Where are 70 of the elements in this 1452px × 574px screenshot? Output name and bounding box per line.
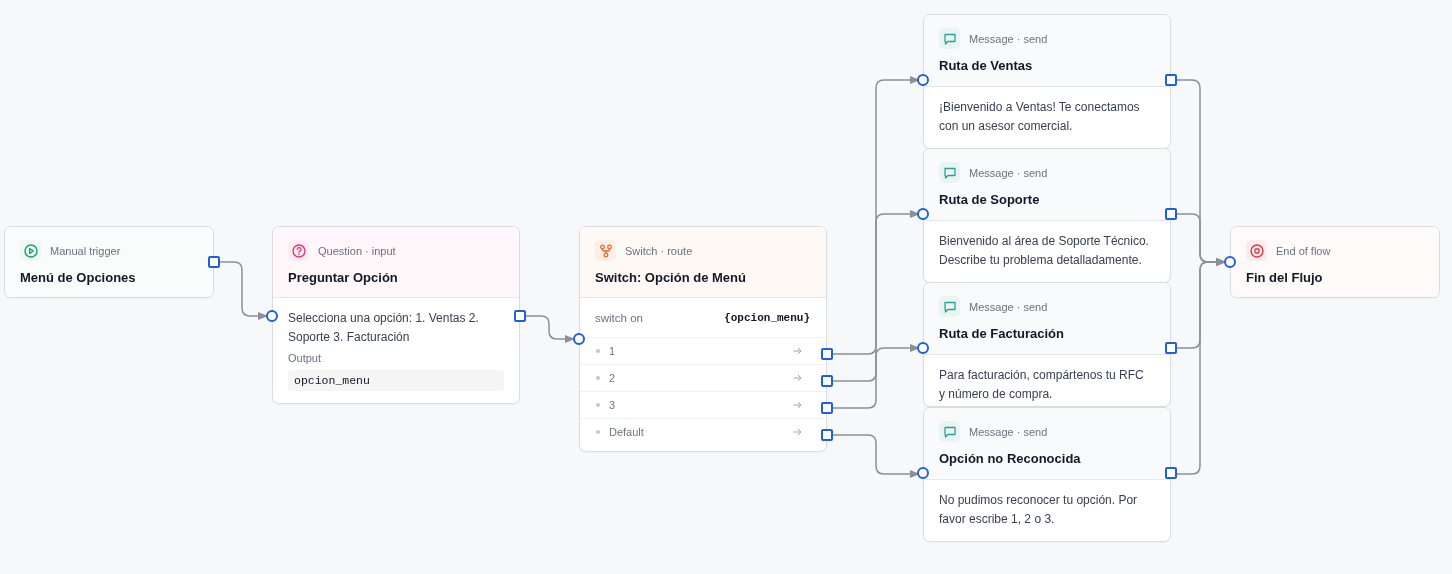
output-port[interactable] bbox=[1165, 342, 1177, 354]
node-card[interactable]: Message · send Ruta de Soporte Bienvenido al área de Soporte Técnico. Describe tu problema detalladamente. bbox=[923, 148, 1171, 283]
case-label: Default bbox=[609, 426, 645, 438]
input-port[interactable] bbox=[917, 342, 929, 354]
chat-icon bbox=[942, 165, 957, 180]
question-icon bbox=[291, 243, 306, 258]
input-port[interactable] bbox=[1224, 256, 1236, 268]
node-title: Menú de Opciones bbox=[20, 270, 137, 285]
node-type-label: Message · send bbox=[969, 300, 1048, 313]
output-port[interactable] bbox=[1165, 208, 1177, 220]
chat-icon bbox=[942, 31, 957, 46]
node-title: Ruta de Facturación bbox=[939, 326, 1065, 341]
output-port[interactable] bbox=[514, 310, 526, 322]
arrow-icon bbox=[793, 347, 802, 355]
node-type-label: Switch · route bbox=[625, 244, 693, 257]
node-type-label: Message · send bbox=[969, 425, 1048, 438]
chat-icon bbox=[942, 424, 957, 439]
node-title: Opción no Reconocida bbox=[939, 451, 1082, 466]
node-title: Ruta de Soporte bbox=[939, 192, 1041, 207]
node-card[interactable]: End of flow Fin del Flujo bbox=[1230, 226, 1440, 298]
output-label: Output bbox=[288, 351, 323, 366]
case-label: 2 bbox=[609, 372, 617, 384]
node-title: Fin del Flujo bbox=[1246, 270, 1324, 285]
output-port[interactable] bbox=[821, 402, 833, 414]
arrow-icon bbox=[793, 428, 802, 436]
node-type-label: Message · send bbox=[969, 32, 1048, 45]
arrow-icon bbox=[793, 401, 802, 409]
node-card[interactable]: Question · input Preguntar Opción Selecciona una opción: 1. Ventas 2. Soporte 3. Facturación Output opcion_menu bbox=[272, 226, 520, 404]
message-text: No pudimos reconocer tu opción. Por favor escribe 1, 2 o 3. bbox=[939, 492, 1139, 528]
node-type-label: Manual trigger bbox=[50, 244, 121, 257]
play-icon bbox=[23, 243, 38, 258]
stop-icon bbox=[1249, 243, 1264, 258]
arrow-icon bbox=[793, 374, 802, 382]
branch-icon bbox=[598, 243, 613, 258]
node-card[interactable]: Message · send Opción no Reconocida No pudimos reconocer tu opción. Por favor escribe 1, 2 o 3. bbox=[923, 407, 1171, 542]
node-card[interactable]: Manual trigger Menú de Opciones bbox=[4, 226, 214, 298]
node-type-label: End of flow bbox=[1276, 244, 1331, 257]
node-title: Preguntar Opción bbox=[288, 270, 399, 285]
input-port[interactable] bbox=[266, 310, 278, 322]
message-text: Para facturación, compártenos tu RFC y número de compra. bbox=[939, 367, 1145, 403]
input-port[interactable] bbox=[917, 467, 929, 479]
output-port[interactable] bbox=[1165, 467, 1177, 479]
prompt-text: Selecciona una opción: 1. Ventas 2. Soporte 3. Facturación bbox=[288, 310, 480, 346]
input-port[interactable] bbox=[917, 208, 929, 220]
bullet-icon bbox=[596, 403, 600, 407]
chat-icon bbox=[942, 299, 957, 314]
input-port[interactable] bbox=[573, 333, 585, 345]
message-text: ¡Bienvenido a Ventas! Te conectamos con un asesor comercial. bbox=[939, 99, 1141, 135]
node-card[interactable]: Message · send Ruta de Ventas ¡Bienvenido a Ventas! Te conectamos con un asesor comercial. bbox=[923, 14, 1171, 149]
switch-variable: {opcion_menu} bbox=[724, 311, 810, 324]
node-card[interactable]: Switch · route Switch: Opción de Menú switch on {opcion_menu} 1 2 3 Default bbox=[579, 226, 827, 452]
case-label: 1 bbox=[609, 345, 617, 357]
output-variable: opcion_menu bbox=[288, 370, 504, 391]
bullet-icon bbox=[596, 376, 600, 380]
output-port[interactable] bbox=[821, 348, 833, 360]
output-port[interactable] bbox=[1165, 74, 1177, 86]
bullet-icon bbox=[596, 349, 600, 353]
node-title: Switch: Opción de Menú bbox=[595, 270, 747, 285]
node-type-label: Message · send bbox=[969, 166, 1048, 179]
output-port[interactable] bbox=[208, 256, 220, 268]
output-port[interactable] bbox=[821, 429, 833, 441]
input-port[interactable] bbox=[917, 74, 929, 86]
message-text: Bienvenido al área de Soporte Técnico. Describe tu problema detalladamente. bbox=[939, 233, 1150, 269]
output-port[interactable] bbox=[821, 375, 833, 387]
bullet-icon bbox=[596, 430, 600, 434]
node-type-label: Question · input bbox=[318, 244, 396, 257]
node-card[interactable]: Message · send Ruta de Facturación Para facturación, compártenos tu RFC y número de compra. bbox=[923, 282, 1171, 407]
switch-label: switch on bbox=[595, 311, 643, 324]
node-title: Ruta de Ventas bbox=[939, 58, 1034, 73]
case-label: 3 bbox=[609, 399, 617, 411]
